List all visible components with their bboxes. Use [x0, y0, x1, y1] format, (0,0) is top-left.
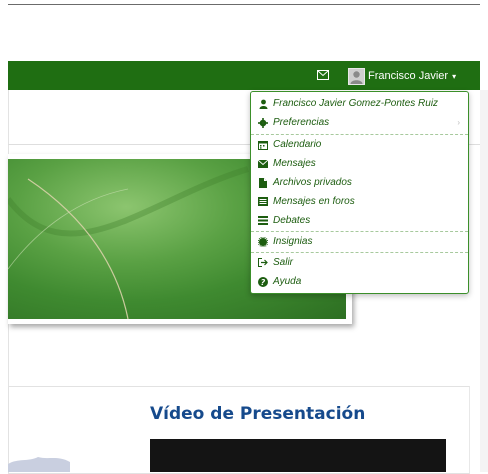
menu-item-salir[interactable]: Salir — [251, 253, 468, 272]
file-icon — [258, 177, 268, 188]
user-avatar-icon — [348, 67, 365, 85]
right-scroll-gutter — [480, 90, 488, 472]
menu-item-mensajes-en-foros[interactable]: Mensajes en foros — [251, 192, 468, 211]
menu-item-mensajes[interactable]: Mensajes — [251, 154, 468, 173]
sign-out-icon — [258, 258, 268, 268]
cog-icon — [258, 117, 268, 128]
menu-item-label: Archivos privados — [273, 177, 352, 188]
menu-item-label: Mensajes — [273, 158, 316, 169]
envelope-icon — [258, 159, 268, 169]
menu-item-label: Insignias — [273, 236, 313, 247]
menu-item-preferencias[interactable]: Preferencias › — [251, 113, 468, 132]
menu-item-calendario[interactable]: Calendario — [251, 135, 468, 154]
caret-down-icon: ▾ — [452, 71, 457, 81]
menu-item-label: Preferencias — [273, 117, 330, 128]
user-icon — [258, 99, 268, 109]
list-icon — [258, 216, 268, 226]
video-section-title: Vídeo de Presentación — [150, 404, 366, 424]
menu-item-ayuda[interactable]: ? Ayuda — [251, 272, 468, 291]
question-circle-icon: ? — [258, 276, 268, 287]
menu-item-archivos-privados[interactable]: Archivos privados — [251, 173, 468, 192]
menu-item-label: Calendario — [273, 139, 322, 150]
user-name: Francisco Javier — [368, 70, 449, 82]
menu-item-debates[interactable]: Debates — [251, 211, 468, 230]
svg-text:?: ? — [261, 278, 266, 287]
user-dropdown-menu: Francisco Javier Gomez-Pontes Ruiz Prefe… — [250, 91, 469, 294]
submenu-arrow-icon: › — [457, 118, 460, 127]
envelope-outline-icon[interactable] — [317, 70, 329, 80]
thumbnail-image — [8, 457, 70, 472]
certificate-icon — [258, 236, 268, 247]
list-alt-icon — [258, 197, 268, 207]
menu-item-insignias[interactable]: Insignias — [251, 232, 468, 251]
menu-item-label: Debates — [273, 215, 311, 226]
top-rule — [8, 4, 480, 5]
menu-item-label: Salir — [273, 257, 294, 268]
video-player[interactable] — [150, 439, 446, 472]
calendar-icon — [258, 140, 268, 150]
menu-item-profile[interactable]: Francisco Javier Gomez-Pontes Ruiz — [251, 94, 468, 113]
menu-item-label: Mensajes en foros — [273, 196, 355, 207]
user-menu-toggle[interactable]: Francisco Javier ▾ — [348, 66, 456, 86]
menu-item-label: Francisco Javier Gomez-Pontes Ruiz — [273, 98, 439, 109]
menu-item-label: Ayuda — [273, 276, 302, 287]
